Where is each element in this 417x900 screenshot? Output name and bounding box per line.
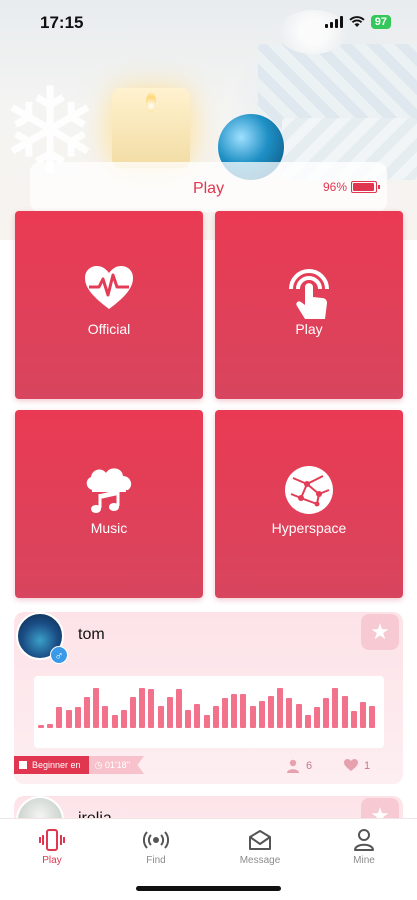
battery-fill [353, 183, 375, 191]
waveform-bar [194, 703, 201, 728]
user-icon [354, 829, 374, 851]
heart-icon [344, 759, 358, 771]
waveform-bar [185, 710, 192, 728]
waveform-bar [286, 698, 293, 728]
waveform-bar [332, 688, 339, 728]
tab-message[interactable]: Message [230, 827, 290, 866]
waveform-bar [369, 706, 376, 728]
tab-play[interactable]: Play [22, 827, 82, 866]
waveform-bar [203, 714, 210, 728]
waveform-bar [47, 723, 54, 728]
waveform-bar [166, 697, 173, 728]
status-time: 17:15 [40, 13, 84, 32]
waveform-bar [148, 689, 155, 728]
favorite-star-button[interactable]: ★ [361, 614, 399, 650]
music-cloud-icon [86, 468, 132, 513]
waveform-bar [231, 693, 238, 728]
waveform-bar [74, 706, 81, 728]
flame-decoration [146, 92, 156, 112]
waveform-bar [314, 706, 320, 728]
tile-official[interactable]: Official [15, 211, 203, 399]
tile-label: Play [295, 321, 323, 337]
duration-label: ◷ 01'18'' [88, 756, 145, 774]
waveform[interactable] [34, 676, 384, 748]
waveform-bar [65, 710, 72, 728]
waveform-bar [277, 688, 284, 728]
battery-status-icon: 97 [370, 15, 391, 29]
waveform-bar [157, 706, 164, 728]
waveform-bar [304, 714, 311, 728]
envelope-icon [249, 830, 271, 850]
male-gender-icon: ♂ [50, 646, 68, 664]
waveform-bar [102, 706, 109, 728]
status-icons: 97 [324, 15, 391, 29]
wifi-icon [349, 16, 365, 27]
device-battery-indicator: 96% [322, 180, 380, 194]
waveform-bar [212, 706, 219, 728]
person-icon [287, 759, 299, 773]
waveform-bar [56, 706, 63, 728]
tile-label: Music [90, 520, 128, 536]
clock-icon: ◷ [94, 760, 105, 770]
waveform-bar [240, 693, 247, 728]
heart-pulse-icon [85, 266, 133, 309]
waveform-bar [111, 714, 118, 728]
waveform-bar [130, 697, 136, 728]
waveform-bar [120, 710, 127, 728]
waveform-bar [341, 696, 348, 728]
broadcast-icon [143, 831, 169, 849]
tab-find[interactable]: Find [126, 827, 186, 866]
tile-label: Official [87, 321, 131, 337]
status-bar: 17:15 97 [0, 0, 417, 46]
waveform-bar [323, 698, 330, 728]
tab-mine[interactable]: Mine [334, 827, 394, 866]
waveform-bar [38, 725, 44, 728]
waveform-bar [258, 700, 265, 728]
waveform-bar [268, 696, 274, 728]
followers-stat: 6 [286, 759, 312, 773]
tile-play[interactable]: Play [215, 211, 403, 399]
signal-icon [324, 16, 343, 28]
globe-network-icon [285, 466, 333, 514]
feed-card[interactable]: ♂ tom ★ Beginner en ◷ 01'18'' 6 1 [14, 612, 403, 784]
likes-stat: 1 [344, 759, 370, 772]
waveform-bar [295, 703, 302, 728]
waveform-bar [84, 697, 90, 728]
battery-percent: 96% [322, 180, 347, 194]
waveform-bar [222, 698, 228, 728]
tile-label: Hyperspace [271, 520, 347, 536]
header-card: Play 96% [30, 162, 387, 212]
waveform-bar [360, 701, 366, 728]
level-tag: Beginner en ◷ 01'18'' [14, 756, 145, 774]
waveform-bar [350, 711, 357, 728]
home-indicator [136, 886, 281, 891]
vibrate-icon [39, 829, 65, 851]
touch-icon [289, 269, 329, 319]
tile-hyperspace[interactable]: Hyperspace [215, 410, 403, 598]
waveform-bar [249, 706, 256, 728]
waveform-bar [139, 688, 146, 728]
tile-music[interactable]: Music [15, 410, 203, 598]
waveform-bar [176, 689, 182, 728]
username: tom [78, 626, 105, 643]
waveform-bar [93, 688, 100, 728]
battery-icon [351, 181, 380, 193]
level-badge: Beginner en [14, 756, 89, 774]
